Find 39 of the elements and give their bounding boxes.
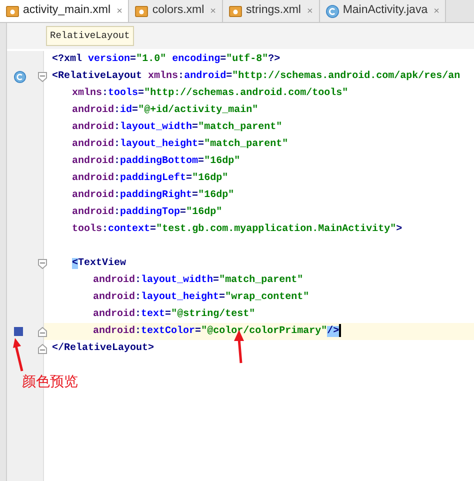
code-line: tools:context="test.gb.com.myapplication.MainActivity"> <box>71 222 402 237</box>
editor-tab[interactable]: strings.xml × <box>223 0 320 22</box>
annotation-label: 颜色预览 <box>22 372 78 391</box>
code-line: android:layout_height="match_parent" <box>71 138 288 152</box>
code-line: android:layout_height="wrap_content" <box>92 290 310 305</box>
editor-tab[interactable]: MainActivity.java × <box>320 0 446 22</box>
tab-label: activity_main.xml <box>23 3 111 18</box>
code-line: android:paddingRight="16dp" <box>71 188 234 203</box>
code-line: android:layout_width="match_parent" <box>71 120 282 135</box>
code-line: android:textColor="@color/colorPrimary"/> <box>52 323 341 340</box>
code-line: <TextView <box>71 256 126 271</box>
class-icon <box>14 70 26 82</box>
code-line: xmlns:tools="http://schemas.android.com/tools" <box>71 86 348 101</box>
tab-label: strings.xml <box>246 3 301 18</box>
code-line: <RelativeLayout xmlns:android="http://schemas.android.com/apk/res/an <box>52 70 460 84</box>
xml-file-icon <box>135 6 148 16</box>
color-swatch[interactable] <box>14 327 23 336</box>
xml-file-icon <box>229 6 242 16</box>
tab-label: MainActivity.java <box>342 3 428 18</box>
breadcrumb-item[interactable]: RelativeLayout <box>46 26 134 46</box>
code-line: android:id="@+id/activity_main" <box>71 104 258 118</box>
code-line: android:paddingTop="16dp" <box>71 206 222 220</box>
fold-marker-icon[interactable] <box>38 344 46 354</box>
xml-file-icon <box>6 6 19 16</box>
fold-marker-icon[interactable] <box>38 326 46 336</box>
code-line: </RelativeLayout> <box>52 342 154 356</box>
fold-marker-icon[interactable] <box>38 258 46 268</box>
tab-label: colors.xml <box>152 3 204 18</box>
code-line: android:layout_width="match_parent" <box>92 274 304 288</box>
code-line: <?xml version="1.0" encoding="utf-8"?> <box>52 52 280 67</box>
editor-tab[interactable]: activity_main.xml × <box>0 0 130 22</box>
fold-marker-icon[interactable] <box>38 72 46 82</box>
class-icon <box>326 4 339 18</box>
editor-tab[interactable]: colors.xml × <box>129 0 224 22</box>
arrow <box>12 338 26 372</box>
code-line: android:paddingBottom="16dp" <box>71 154 240 169</box>
code-line: android:paddingLeft="16dp" <box>71 172 228 186</box>
close-icon[interactable]: × <box>116 4 122 18</box>
code-line: android:text="@string/test" <box>92 308 256 322</box>
